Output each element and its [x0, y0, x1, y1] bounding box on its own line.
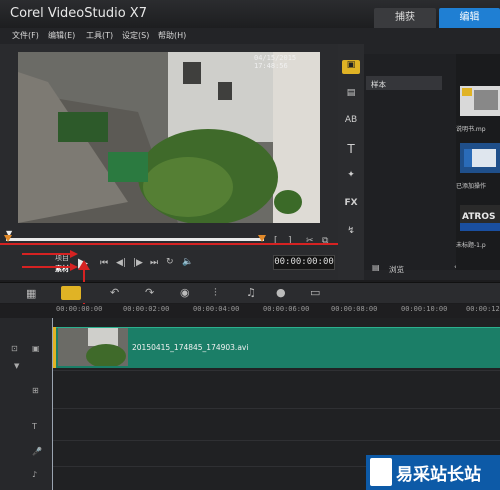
- collapse-tracks-icon[interactable]: ▼: [14, 362, 19, 370]
- end-icon[interactable]: ⏭: [150, 258, 158, 268]
- library-thumb[interactable]: [460, 143, 500, 173]
- mark-in-icon[interactable]: [: [274, 236, 278, 246]
- svg-text:ATROS: ATROS: [462, 212, 495, 222]
- timeline-view-icon[interactable]: [61, 286, 81, 300]
- repeat-icon[interactable]: ↻: [166, 257, 174, 267]
- menu-file[interactable]: 文件(F): [12, 30, 39, 41]
- library-thumb-label: 说明书.mp: [456, 126, 486, 133]
- music-track-icon[interactable]: ♪: [32, 470, 37, 479]
- split-icon[interactable]: ✂: [306, 236, 314, 246]
- video-preview[interactable]: 04/15/2015 17:48:56: [18, 52, 320, 223]
- filter-icon[interactable]: FX: [342, 198, 360, 212]
- menu-tools[interactable]: 工具(T): [86, 30, 113, 41]
- browse-label[interactable]: 浏览: [389, 264, 404, 275]
- redo-icon[interactable]: ↷: [145, 286, 154, 299]
- library-folder-sample-label: 样本: [371, 80, 386, 89]
- auto-music-icon[interactable]: ♫: [246, 286, 256, 299]
- library-thumb-label: 已添加操作: [456, 183, 487, 190]
- annotation-arrow-head: [78, 260, 90, 270]
- ruler-label: 00:00:00:00: [56, 305, 103, 313]
- trim-in-handle[interactable]: [4, 235, 12, 242]
- timecode-display[interactable]: 00:00:00:00: [273, 255, 335, 270]
- motion-tracking-icon[interactable]: ●: [276, 286, 286, 299]
- track-divider: [52, 408, 500, 409]
- prev-frame-icon[interactable]: ◀|: [116, 258, 126, 268]
- library-thumb[interactable]: [460, 86, 500, 116]
- ruler-label: 00:00:08:00: [331, 305, 378, 313]
- track-headers: [0, 318, 52, 490]
- video-frame-image: [18, 52, 320, 223]
- volume-icon[interactable]: 🔈: [182, 257, 193, 267]
- tab-capture[interactable]: 捕获: [374, 8, 436, 28]
- app-title: Corel VideoStudio X7: [10, 6, 147, 21]
- undo-icon[interactable]: ↶: [110, 286, 119, 299]
- ruler-label: 00:00:10:00: [401, 305, 448, 313]
- media-icon[interactable]: ▣: [342, 60, 360, 74]
- menu-help[interactable]: 帮助(H): [158, 30, 186, 41]
- clip-name: 20150415_174845_174903.avi: [132, 343, 249, 352]
- library-thumb-label: 未标题-1.p: [456, 242, 486, 249]
- browse-icon[interactable]: ▤: [372, 263, 380, 272]
- instant-project-icon[interactable]: ▤: [342, 88, 360, 102]
- clip-thumbnail-image: [58, 328, 128, 366]
- home-icon[interactable]: ⏮: [100, 258, 108, 268]
- track-manager-icon[interactable]: ⊡: [11, 344, 18, 353]
- watermark-text: 易采站长站: [396, 465, 481, 485]
- record-capture-icon[interactable]: ◉: [180, 286, 190, 299]
- next-frame-icon[interactable]: |▶: [133, 258, 143, 268]
- timeline-playhead[interactable]: [52, 318, 53, 490]
- storyboard-view-icon[interactable]: ▦: [26, 287, 36, 300]
- path-icon[interactable]: ↯: [342, 226, 360, 240]
- ruler-label: 00:00:06:00: [263, 305, 310, 313]
- menu-settings[interactable]: 设定(S): [122, 30, 149, 41]
- ruler-label: 00:00:12:0: [466, 305, 500, 313]
- overlay-track-icon[interactable]: ⊞: [32, 386, 39, 395]
- voice-track-icon[interactable]: 🎤: [32, 447, 42, 456]
- sound-mixer-icon[interactable]: ⫶: [214, 286, 217, 300]
- annotation-arrows: [22, 250, 78, 271]
- ruler-label: 00:00:02:00: [123, 305, 170, 313]
- menu-edit[interactable]: 编辑(E): [48, 30, 75, 41]
- library-thumb[interactable]: ATROS: [460, 205, 500, 235]
- enlarge-icon[interactable]: ⧉: [322, 236, 328, 246]
- video-timestamp: 04/15/2015 17:48:56: [254, 54, 297, 70]
- track-divider: [52, 440, 500, 441]
- mark-out-icon[interactable]: ]: [288, 236, 292, 246]
- title-track-icon[interactable]: T: [32, 422, 37, 431]
- transition-icon[interactable]: AB: [342, 115, 360, 129]
- trim-out-handle[interactable]: [258, 235, 266, 242]
- ruler-label: 00:00:04:00: [193, 305, 240, 313]
- title-icon[interactable]: T: [342, 142, 360, 156]
- subtitle-editor-icon[interactable]: ▭: [310, 286, 320, 299]
- library-icon-bar: [338, 44, 364, 280]
- scrub-bar[interactable]: [6, 238, 264, 241]
- graphic-icon[interactable]: ✦: [342, 170, 360, 184]
- watermark-logo-icon: [370, 458, 392, 486]
- clip-thumbnail: [58, 328, 128, 366]
- track-divider: [52, 370, 500, 371]
- tab-edit[interactable]: 编辑: [439, 8, 500, 28]
- video-track-icon[interactable]: ▣: [32, 344, 40, 353]
